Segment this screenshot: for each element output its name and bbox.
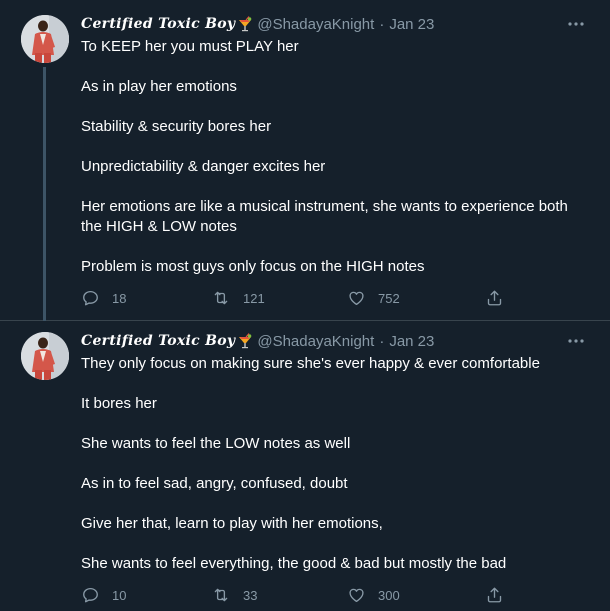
like-button[interactable]: 300	[347, 585, 400, 605]
reply-icon	[83, 290, 98, 306]
tropical-drink-emoji-icon	[237, 333, 253, 349]
share-button[interactable]	[485, 288, 504, 308]
reply-count: 10	[112, 587, 127, 603]
avatar[interactable]	[21, 15, 69, 63]
display-name[interactable]: Certified Toxic Boy	[81, 16, 235, 32]
handle[interactable]: @ShadayaKnight	[257, 333, 374, 350]
more-horizontal-icon[interactable]	[567, 332, 585, 350]
reply-icon	[83, 587, 98, 603]
reply-button[interactable]: 10	[81, 585, 126, 605]
tweet-text: To KEEP her you must PLAY her As in play…	[81, 37, 591, 277]
heart-icon	[349, 588, 364, 603]
tweet[interactable]: Certified Toxic Boy @ShadayaKnight · Jan…	[0, 0, 610, 321]
display-name[interactable]: Certified Toxic Boy	[81, 333, 235, 349]
reply-button[interactable]: 18	[81, 288, 126, 308]
retweet-icon	[214, 588, 228, 602]
action-bar: 10 33 300	[81, 585, 511, 605]
like-count: 752	[378, 290, 400, 306]
timestamp[interactable]: Jan 23	[389, 16, 434, 33]
tweet-paragraph: As in play her emotions	[81, 78, 237, 95]
avatar-image	[21, 332, 69, 380]
share-button[interactable]	[485, 585, 504, 605]
tweet-header: Certified Toxic Boy @ShadayaKnight · Jan…	[81, 331, 434, 351]
heart-icon	[349, 291, 364, 306]
reply-count: 18	[112, 290, 127, 306]
avatar[interactable]	[21, 332, 69, 380]
separator: ·	[379, 332, 385, 350]
retweet-button[interactable]: 33	[211, 585, 257, 605]
tweet[interactable]: Certified Toxic Boy @ShadayaKnight · Jan…	[0, 321, 610, 611]
retweet-count: 33	[243, 587, 258, 603]
tweet-paragraph: Problem is most guys only focus on the H…	[81, 258, 425, 275]
tweet-paragraph: Stability & security bores her	[81, 118, 272, 135]
timestamp[interactable]: Jan 23	[389, 333, 434, 350]
like-count: 300	[378, 587, 400, 603]
retweet-count: 121	[243, 290, 265, 306]
share-icon	[487, 587, 502, 603]
more-horizontal-icon[interactable]	[567, 15, 585, 33]
tweet-paragraph: To KEEP her you must PLAY her	[81, 38, 299, 55]
tweet-header: Certified Toxic Boy @ShadayaKnight · Jan…	[81, 14, 434, 34]
tweet-paragraph: Give her that, learn to play with her em…	[81, 515, 383, 532]
tweet-paragraph: She wants to feel everything, the good &…	[81, 555, 507, 572]
retweet-icon	[214, 291, 228, 305]
thread-line	[43, 67, 46, 321]
tropical-drink-emoji-icon	[237, 16, 253, 32]
tweet-paragraph: Unpredictability & danger excites her	[81, 158, 326, 175]
share-icon	[487, 290, 502, 306]
tweet-paragraph: It bores her	[81, 395, 157, 412]
tweet-paragraph: She wants to feel the LOW notes as well	[81, 435, 351, 452]
tweet-text: They only focus on making sure she's eve…	[81, 354, 591, 574]
separator: ·	[379, 15, 385, 33]
action-bar: 18 121 752	[81, 288, 511, 308]
avatar-image	[21, 15, 69, 63]
tweet-paragraph: As in to feel sad, angry, confused, doub…	[81, 475, 348, 492]
handle[interactable]: @ShadayaKnight	[257, 16, 374, 33]
retweet-button[interactable]: 121	[211, 288, 265, 308]
like-button[interactable]: 752	[347, 288, 400, 308]
tweet-paragraph: They only focus on making sure she's eve…	[81, 355, 540, 372]
tweet-paragraph: Her emotions are like a musical instrume…	[81, 198, 568, 235]
